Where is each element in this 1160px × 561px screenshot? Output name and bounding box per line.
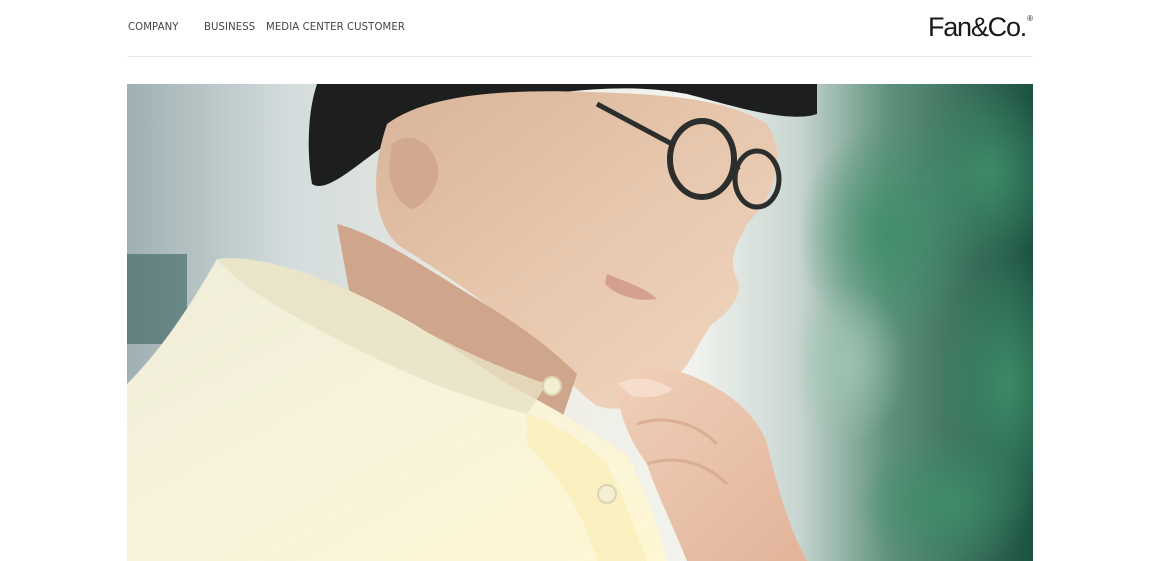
brand-logo[interactable]: Fan&Co. ® [928, 12, 1033, 42]
nav-item-business[interactable]: BUSINESS [204, 20, 255, 33]
nav-item-media-center[interactable]: MEDIA CENTER [266, 20, 344, 33]
hero-photo-illustration [127, 84, 1033, 561]
registered-mark: ® [1027, 14, 1033, 23]
site-header: COMPANY BUSINESS MEDIA CENTER CUSTOMER F… [127, 0, 1033, 57]
logo-text: Fan&Co. [927, 12, 1027, 42]
hero-image [127, 84, 1033, 561]
nav-item-customer[interactable]: CUSTOMER [347, 20, 405, 33]
main-nav: COMPANY BUSINESS MEDIA CENTER CUSTOMER [127, 20, 426, 33]
nav-item-company[interactable]: COMPANY [128, 20, 180, 33]
